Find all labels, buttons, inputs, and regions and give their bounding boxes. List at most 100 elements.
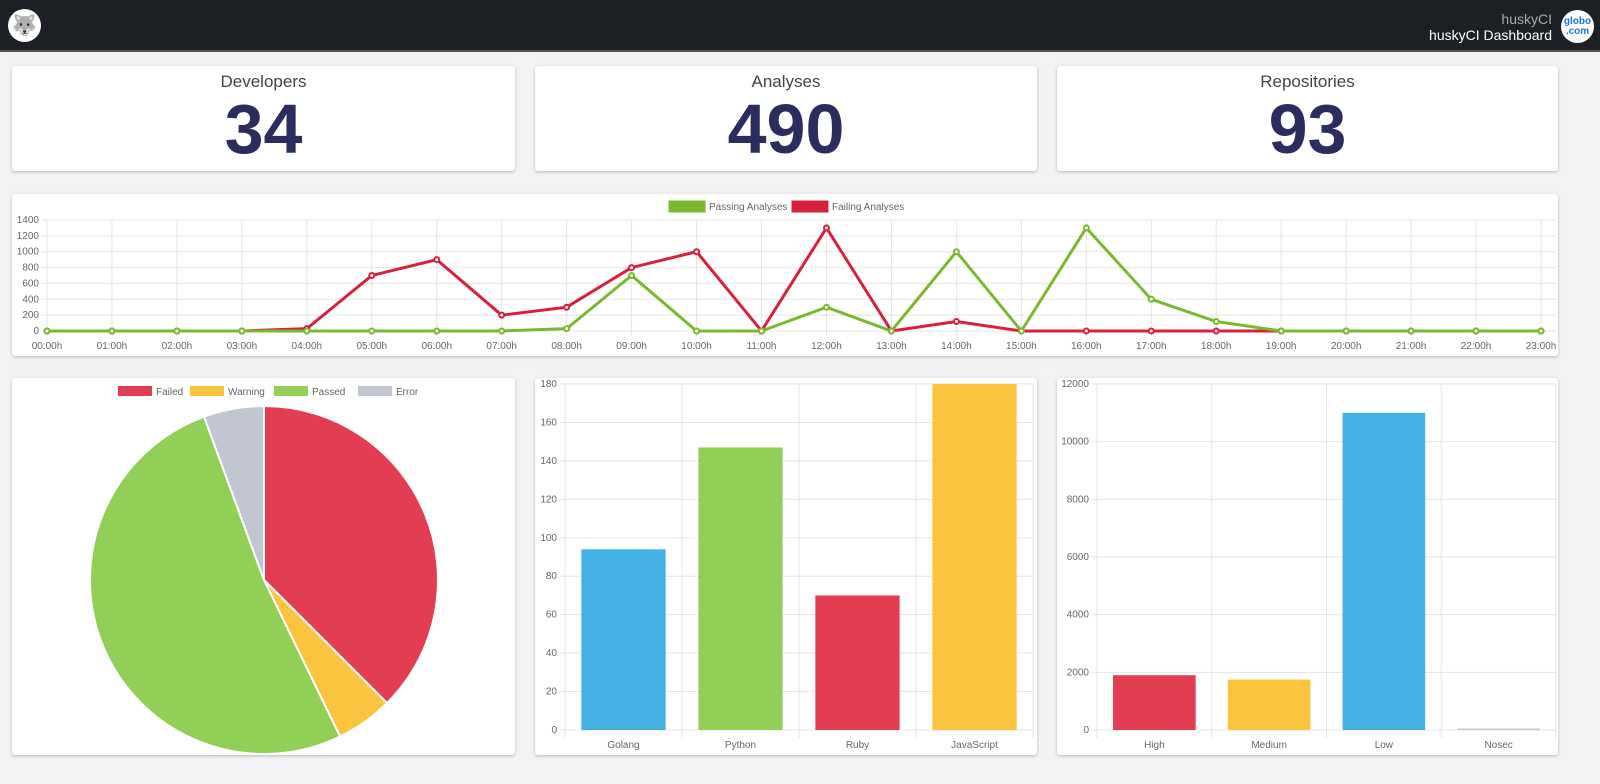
bar-ruby xyxy=(815,595,900,730)
y-tick-label: 8000 xyxy=(1067,494,1090,505)
y-tick-label: 4000 xyxy=(1067,610,1090,621)
y-tick-label: 0 xyxy=(33,326,39,337)
data-point xyxy=(368,272,376,279)
x-tick-label: 14:00h xyxy=(941,341,972,352)
bar-golang xyxy=(581,549,666,730)
data-point xyxy=(1082,224,1090,232)
legend-swatch xyxy=(791,200,829,213)
data-point xyxy=(368,327,376,335)
legend-label: Passing Analyses xyxy=(709,202,787,213)
data-point xyxy=(693,327,701,335)
y-tick-label: 0 xyxy=(1083,725,1089,736)
x-tick-label: 03:00h xyxy=(227,341,258,352)
x-tick-label: Golang xyxy=(607,740,639,751)
x-tick-label: 04:00h xyxy=(292,341,323,352)
legend-label: Error xyxy=(396,387,419,398)
x-tick-label: 18:00h xyxy=(1201,341,1232,352)
data-point xyxy=(238,327,246,335)
x-tick-label: 07:00h xyxy=(486,341,517,352)
data-point xyxy=(952,248,960,256)
y-tick-label: 1200 xyxy=(17,231,40,242)
data-point xyxy=(1407,327,1415,335)
x-tick-label: 15:00h xyxy=(1006,341,1037,352)
data-point xyxy=(758,327,766,335)
legend-swatch xyxy=(274,386,308,396)
data-point xyxy=(1212,317,1220,325)
data-point xyxy=(1212,327,1220,335)
x-tick-label: 06:00h xyxy=(421,341,452,352)
data-point xyxy=(433,256,441,264)
legend-label: Failed xyxy=(156,387,183,398)
y-tick-label: 800 xyxy=(22,263,39,274)
x-tick-label: 12:00h xyxy=(811,341,842,352)
legend-swatch xyxy=(118,386,152,396)
data-point xyxy=(1147,295,1155,303)
legend-swatch xyxy=(358,386,392,396)
data-point xyxy=(822,303,830,311)
data-point xyxy=(108,327,116,335)
data-point xyxy=(1342,327,1350,335)
bar-medium xyxy=(1227,679,1311,730)
y-tick-label: 40 xyxy=(546,648,558,659)
data-point xyxy=(822,224,830,232)
bar-low xyxy=(1342,412,1426,730)
x-tick-label: 11:00h xyxy=(747,341,777,352)
y-tick-label: 1000 xyxy=(17,247,40,258)
x-tick-label: 10:00h xyxy=(681,341,712,352)
bar-python xyxy=(698,447,783,730)
data-point xyxy=(952,317,960,325)
x-tick-label: 05:00h xyxy=(356,341,387,352)
y-tick-label: 140 xyxy=(540,456,557,467)
data-point xyxy=(498,327,506,335)
legend-swatch xyxy=(190,386,224,396)
x-tick-label: 08:00h xyxy=(551,341,582,352)
x-tick-label: 19:00h xyxy=(1266,341,1297,352)
y-tick-label: 80 xyxy=(546,571,558,582)
data-point xyxy=(563,303,571,311)
y-tick-label: 600 xyxy=(22,278,39,289)
x-tick-label: High xyxy=(1144,740,1165,751)
data-point xyxy=(628,264,636,272)
y-tick-label: 160 xyxy=(540,417,557,428)
x-tick-label: 16:00h xyxy=(1071,341,1102,352)
x-tick-label: 13:00h xyxy=(876,341,907,352)
data-point xyxy=(628,272,636,279)
data-point xyxy=(433,327,441,335)
x-tick-label: 09:00h xyxy=(616,341,647,352)
legend-swatch xyxy=(668,200,706,213)
data-point xyxy=(563,325,571,333)
data-point xyxy=(1147,327,1155,335)
y-tick-label: 180 xyxy=(540,379,557,390)
x-tick-label: Nosec xyxy=(1484,740,1512,751)
y-tick-label: 0 xyxy=(551,725,557,736)
bar-javascript xyxy=(932,384,1017,730)
y-tick-label: 6000 xyxy=(1067,552,1090,563)
x-tick-label: Python xyxy=(725,740,756,751)
bar-nosec xyxy=(1457,728,1540,730)
y-tick-label: 10000 xyxy=(1061,437,1089,448)
data-point xyxy=(1017,327,1025,335)
data-point xyxy=(498,311,506,319)
data-point xyxy=(173,327,181,335)
data-point xyxy=(693,248,701,256)
y-tick-label: 20 xyxy=(546,687,558,698)
x-tick-label: 20:00h xyxy=(1331,341,1362,352)
charts-layer: 020040060080010001200140000:00h 01:00h 02:… xyxy=(17,200,1557,755)
data-point xyxy=(1537,327,1545,335)
data-point xyxy=(1277,327,1285,335)
y-tick-label: 200 xyxy=(22,310,39,321)
x-tick-label: JavaScript xyxy=(951,740,998,751)
data-point xyxy=(43,327,51,335)
bar-high xyxy=(1113,675,1196,730)
legend-label: Failing Analyses xyxy=(832,202,904,213)
x-tick-label: Low xyxy=(1375,740,1394,751)
data-point xyxy=(1472,327,1480,335)
x-tick-label: 22:00h xyxy=(1461,341,1492,352)
y-tick-label: 400 xyxy=(22,294,39,305)
data-point xyxy=(1082,327,1090,335)
legend-label: Passed xyxy=(312,387,345,398)
data-point xyxy=(887,327,895,335)
data-point xyxy=(303,327,311,335)
x-tick-label: 01:00h xyxy=(97,341,128,352)
legend-label: Warning xyxy=(228,387,265,398)
